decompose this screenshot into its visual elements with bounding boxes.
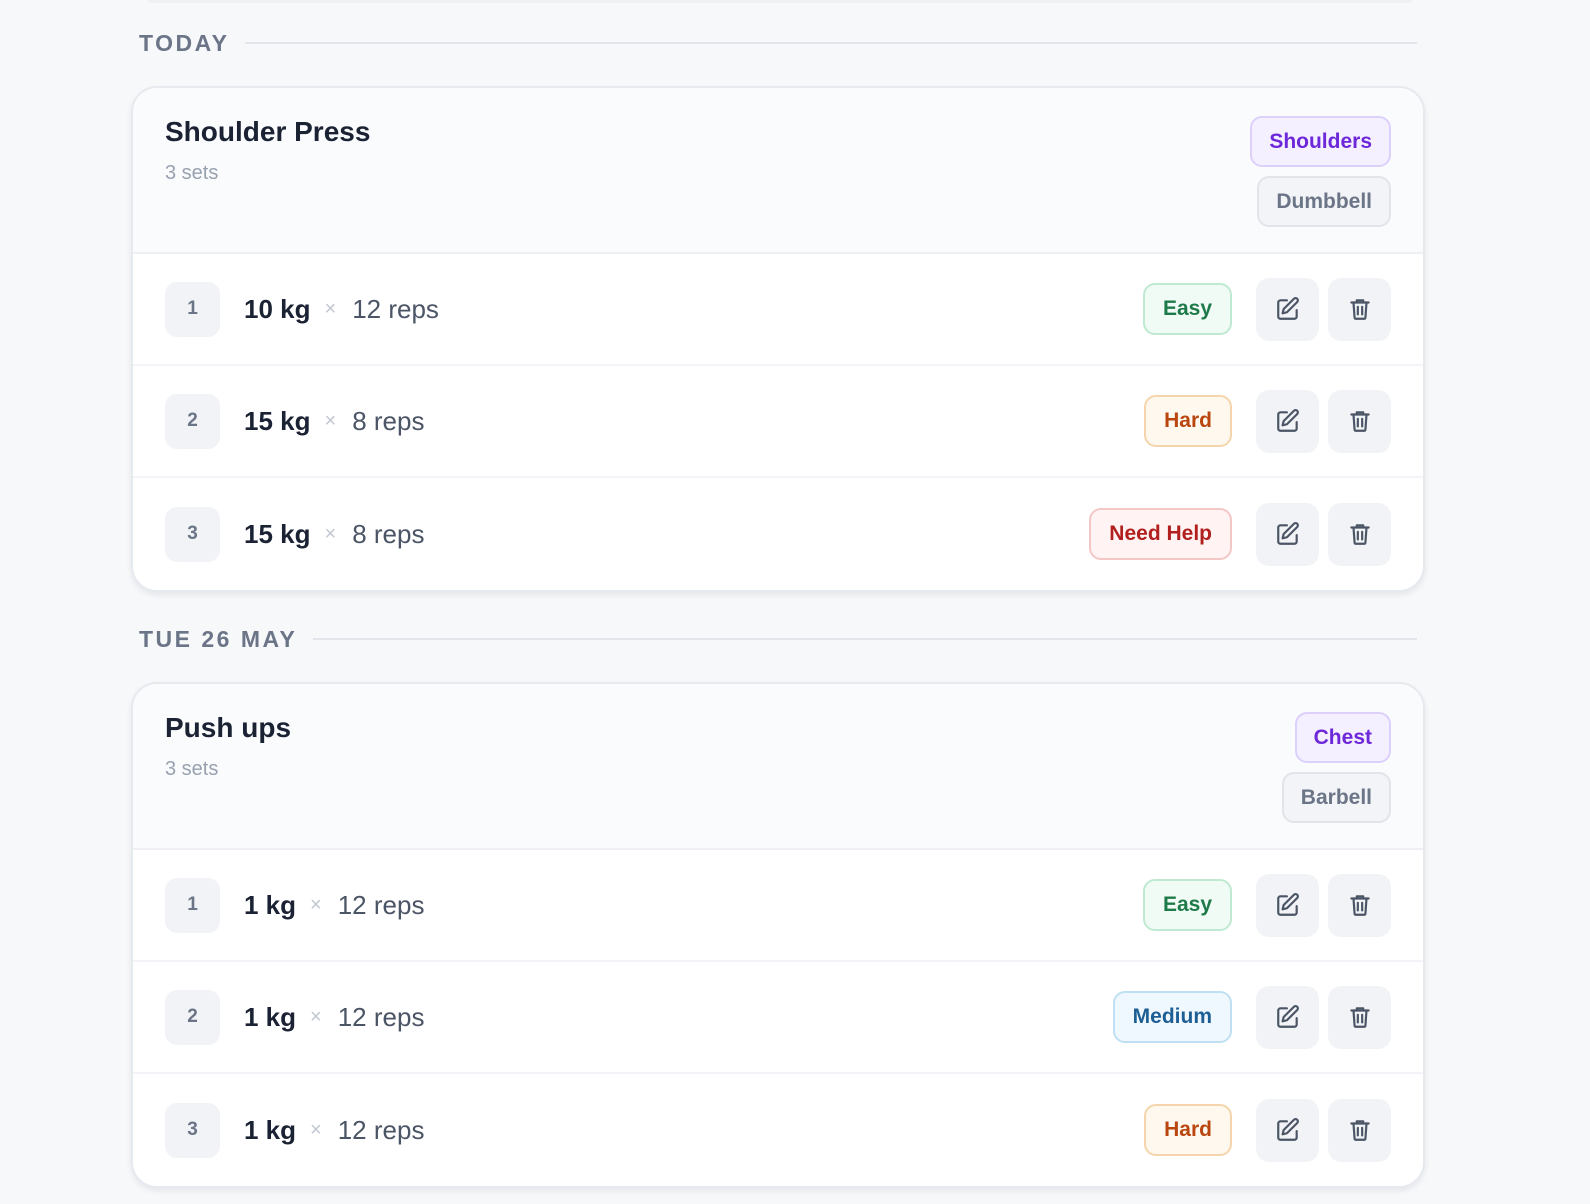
session-today: TODAY Shoulder Press 3 sets Shoulders Du… (131, 0, 1425, 592)
exercise-card: Shoulder Press 3 sets Shoulders Dumbbell… (131, 86, 1425, 592)
edit-set-button[interactable] (1256, 1098, 1319, 1162)
times-symbol: × (324, 522, 337, 545)
edit-icon (1276, 297, 1299, 320)
set-reps: 12 reps (337, 1114, 425, 1145)
delete-set-button[interactable] (1328, 277, 1391, 341)
delete-set-button[interactable] (1328, 389, 1391, 453)
set-weight: 15 kg (244, 405, 311, 436)
difficulty-badge: Easy (1142, 283, 1232, 335)
edit-set-button[interactable] (1256, 502, 1319, 566)
edit-icon (1276, 1118, 1299, 1141)
set-reps: 12 reps (352, 293, 439, 324)
equipment-tag: Barbell (1281, 772, 1391, 823)
times-symbol: × (324, 409, 337, 432)
delete-set-button[interactable] (1328, 502, 1391, 566)
times-symbol: × (324, 297, 337, 320)
exercise-header: Shoulder Press 3 sets Shoulders Dumbbell (133, 88, 1423, 254)
sets-count: 3 sets (165, 758, 219, 780)
exercise-name: Shoulder Press (165, 116, 371, 147)
set-number: 1 (165, 281, 220, 337)
date-label: TUE 26 MAY (139, 625, 298, 652)
set-reps: 8 reps (352, 518, 425, 549)
difficulty-badge: Hard (1144, 1104, 1232, 1156)
edit-icon (1276, 893, 1299, 916)
session-tue-26-may: TUE 26 MAY Push ups 3 sets Chest Barbell… (131, 596, 1425, 1188)
set-reps: 12 reps (337, 1001, 425, 1032)
edit-icon (1276, 522, 1299, 545)
edit-set-button[interactable] (1256, 389, 1319, 453)
set-weight: 1 kg (244, 889, 297, 920)
set-number: 3 (165, 506, 220, 562)
difficulty-badge: Medium (1112, 991, 1232, 1043)
difficulty-badge: Hard (1144, 395, 1232, 447)
sets-count: 3 sets (165, 162, 219, 184)
exercise-name: Push ups (165, 712, 292, 743)
trash-icon (1349, 411, 1370, 432)
set-reps: 12 reps (337, 889, 425, 920)
edit-set-button[interactable] (1256, 277, 1319, 341)
set-row: 2 15 kg × 8 reps Hard (133, 366, 1423, 478)
set-number: 2 (165, 393, 220, 449)
edit-icon (1276, 1005, 1299, 1028)
exercise-tags: Chest Barbell (1281, 712, 1391, 823)
trash-icon (1349, 1120, 1370, 1141)
muscle-tag: Chest (1294, 712, 1391, 763)
trash-icon (1349, 299, 1370, 320)
set-weight: 15 kg (244, 518, 311, 549)
set-weight: 10 kg (244, 293, 311, 324)
set-weight: 1 kg (244, 1001, 297, 1032)
date-header: TODAY (131, 0, 1425, 86)
set-weight: 1 kg (244, 1114, 297, 1145)
set-number: 1 (165, 877, 220, 933)
set-number: 2 (165, 989, 220, 1045)
date-header: TUE 26 MAY (131, 596, 1425, 682)
set-number: 3 (165, 1102, 220, 1158)
equipment-tag: Dumbbell (1257, 176, 1391, 227)
exercise-card: Push ups 3 sets Chest Barbell 1 1 kg × 1… (131, 682, 1425, 1188)
edit-icon (1276, 409, 1299, 432)
times-symbol: × (310, 1005, 322, 1028)
trash-icon (1349, 895, 1370, 916)
delete-set-button[interactable] (1328, 985, 1391, 1049)
set-row: 2 1 kg × 12 reps Medium (133, 962, 1423, 1074)
delete-set-button[interactable] (1328, 1098, 1391, 1162)
workout-history: TODAY Shoulder Press 3 sets Shoulders Du… (131, 0, 1425, 1188)
edit-set-button[interactable] (1256, 873, 1319, 937)
set-row: 1 1 kg × 12 reps Easy (133, 850, 1423, 962)
difficulty-badge: Need Help (1089, 508, 1232, 560)
trash-icon (1349, 1007, 1370, 1028)
difficulty-badge: Easy (1142, 879, 1232, 931)
exercise-tags: Shoulders Dumbbell (1250, 116, 1391, 227)
edit-set-button[interactable] (1256, 985, 1319, 1049)
trash-icon (1349, 524, 1370, 545)
date-divider (245, 42, 1417, 44)
set-reps: 8 reps (352, 405, 425, 436)
delete-set-button[interactable] (1328, 873, 1391, 937)
date-divider (313, 638, 1417, 640)
exercise-header: Push ups 3 sets Chest Barbell (133, 684, 1423, 850)
muscle-tag: Shoulders (1250, 116, 1391, 167)
times-symbol: × (310, 893, 322, 916)
date-label: TODAY (139, 29, 230, 56)
set-row: 1 10 kg × 12 reps Easy (133, 254, 1423, 366)
times-symbol: × (310, 1118, 322, 1141)
set-row: 3 15 kg × 8 reps Need Help (133, 478, 1423, 590)
set-row: 3 1 kg × 12 reps Hard (133, 1074, 1423, 1186)
